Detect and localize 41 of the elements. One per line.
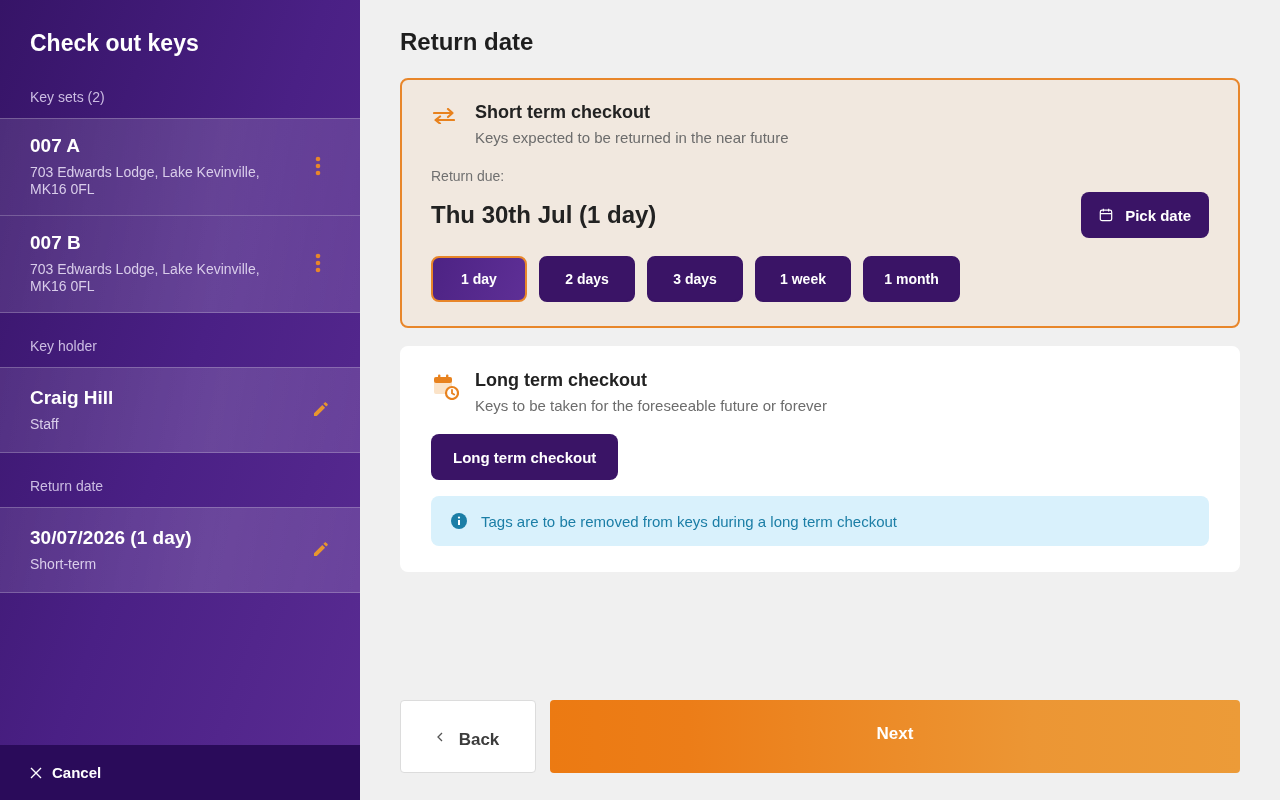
info-icon — [451, 513, 467, 529]
page-title: Return date — [400, 27, 534, 57]
option-card[interactable]: Short term checkout Keys expected to be returned in the near future Return due: Thu 30th Jul (1 day) Pick date 1 day 2 days 3 days 1 week 1 month — [400, 78, 1240, 328]
option-description: Keys to be taken for the foreseeable future or forever — [475, 396, 827, 416]
option-title: Short term checkout — [475, 101, 652, 124]
item-title: Craig Hill — [30, 385, 115, 410]
banner-text: Tags are to be removed from keys during a long term checkout — [481, 512, 898, 530]
item-subtitle: Short-term — [30, 555, 98, 573]
item-subtitle: 703 Edwards Lodge, Lake Kevinville, MK16 0FL — [30, 164, 261, 198]
cancel-button[interactable]: Cancel — [30, 760, 102, 785]
section-heading: Key sets (2) — [29, 88, 106, 107]
calendar-icon — [1099, 208, 1114, 222]
section-heading: Return date — [29, 477, 105, 496]
due-date: Thu 30th Jul (1 day) — [431, 200, 657, 230]
option-title: Long term checkout — [475, 369, 649, 392]
edit-icon[interactable] — [313, 401, 329, 417]
item-title: 007 A — [30, 134, 81, 158]
item-subtitle: 703 Edwards Lodge, Lake Kevinville, MK16 0FL — [30, 261, 261, 295]
duration-button[interactable]: 1 week — [755, 256, 851, 302]
item-title: 30/07/2026 (1 day) — [30, 525, 193, 550]
close-icon — [30, 766, 42, 779]
option-description: Keys expected to be returned in the near future — [475, 128, 789, 148]
more-menu-icon[interactable] — [315, 253, 321, 273]
section-heading: Key holder — [29, 337, 98, 356]
edit-icon[interactable] — [313, 541, 329, 557]
duration-button[interactable]: 3 days — [647, 256, 743, 302]
duration-button[interactable]: 1 day — [431, 256, 527, 302]
duration-button[interactable]: 1 month — [863, 256, 960, 302]
long-term-button[interactable]: Long term checkout — [431, 434, 619, 480]
pick-date-button[interactable]: Pick date — [1081, 192, 1209, 238]
duration-button[interactable]: 2 days — [539, 256, 635, 302]
more-menu-icon[interactable] — [315, 156, 321, 176]
swap-arrows-icon — [433, 108, 455, 124]
item-subtitle: Staff — [30, 415, 60, 433]
back-button[interactable]: Back — [400, 700, 536, 773]
item-title: 007 B — [30, 231, 82, 255]
option-card[interactable]: Long term checkout Keys to be taken for the foreseeable future or forever Long term checkout Tags are to be removed from keys during a long term checkout — [400, 346, 1240, 572]
due-label: Return due: — [431, 167, 506, 185]
calendar-clock-icon — [433, 374, 459, 400]
chevron-left-icon — [436, 731, 443, 742]
panel-title: Check out keys — [29, 29, 200, 58]
